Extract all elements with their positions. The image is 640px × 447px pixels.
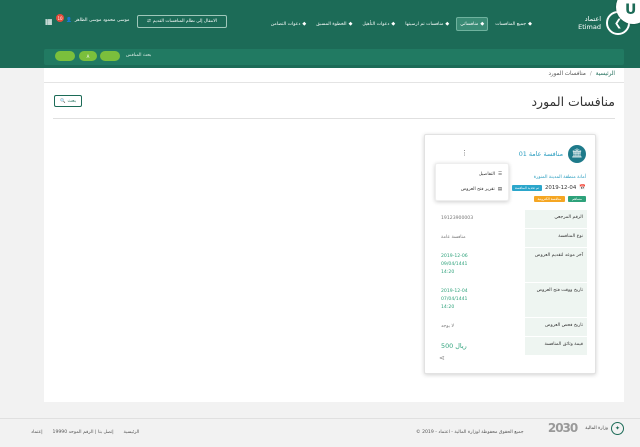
nav-icon: ◆: [480, 21, 485, 27]
info-row: تاريخ فحص العروض لا يوجد: [437, 318, 587, 337]
menu-item-details[interactable]: ☰ التفاصيل: [479, 172, 502, 177]
info-row: الرقم المرجعي 19123900003: [437, 210, 587, 229]
breadcrumb: الرئيسية / منافسات المورد: [548, 71, 615, 77]
vision-2030-logo: 2030: [547, 421, 578, 435]
info-row: آخر موعد لتقديم العروض 2019-12-06 09/04/1…: [437, 248, 587, 283]
tag-contributor: مساهم: [568, 196, 586, 202]
nav-icon: ◆: [302, 21, 307, 27]
breadcrumb-current: منافسات المورد: [548, 71, 586, 77]
sub-bar-label: بحث المنافس: [126, 53, 152, 58]
share-icon[interactable]: ⋖: [439, 354, 445, 362]
tender-card: 🏛 منافسة عامة 01 ⋮ ☰ التفاصيل ▤ تقرير فتح …: [424, 134, 596, 374]
more-options-icon[interactable]: ⋮: [461, 149, 468, 157]
filter-pill-2[interactable]: A: [79, 51, 97, 61]
footer-link-home[interactable]: الرئيسية: [124, 430, 140, 435]
status-tag: تم تحديد المنافسة: [512, 185, 542, 191]
nav-all-tenders[interactable]: ◆ جميع المنافسات: [492, 18, 535, 30]
main-content: الرئيسية / منافسات المورد منافسات المورد…: [44, 68, 624, 402]
tender-title[interactable]: منافسة عامة 01: [519, 150, 563, 158]
nav-icon: ◆: [528, 21, 532, 27]
link-icon: ⇄: [147, 19, 151, 24]
breadcrumb-home[interactable]: الرئيسية: [596, 71, 615, 77]
logo-text: اعتماد: [584, 15, 601, 23]
footer-copyright: © جميع الحقوق محفوظة لوزارة المالية - اع…: [416, 430, 524, 435]
nav-solidarity[interactable]: ◆ دعوات التضامن: [268, 18, 309, 30]
search-button[interactable]: 🔍 بحث: [54, 95, 82, 107]
main-nav: ◆ جميع المنافسات ◆ منافساتي ◆ منافسات تم ار…: [268, 17, 535, 31]
footer-link-contact[interactable]: إتصل بنا | الرقم الموحد 19990: [53, 430, 114, 435]
tender-date: 📅 2019-12-04 تم تحديد المنافسة: [512, 185, 586, 191]
page-title: منافسات المورد: [531, 94, 615, 109]
filter-pill-1[interactable]: [55, 51, 75, 61]
footer-links: الرئيسية إتصل بنا | الرقم الموحد 19990 إ…: [31, 430, 139, 435]
info-row: قيمة وثائق المنافسة 500 ريال: [437, 337, 587, 356]
title-divider: [53, 118, 615, 119]
calendar-icon: 📅: [579, 185, 586, 191]
menu-item-open-report[interactable]: ▤ تقرير فتح العروض: [461, 187, 502, 192]
nav-icon: ◆: [348, 21, 353, 27]
logo-subtext: Etimad: [578, 23, 601, 31]
user-menu[interactable]: 👤 موسى محمود موسى الظاهر: [66, 18, 129, 23]
top-header: ❯ اعتماد Etimad U ◆ جميع المنافسات ◆ منافس…: [0, 0, 640, 46]
sub-bar: A بحث المنافس: [0, 46, 640, 68]
tender-tags: مساهم منافسة الكترونية: [533, 196, 586, 202]
tender-info-table: الرقم المرجعي 19123900003 نوع المنافسة م…: [437, 210, 587, 356]
info-row: تاريخ ووقت فتح العروض 2019-12-04 07/04/14…: [437, 283, 587, 318]
nav-awarded-tenders[interactable]: ◆ منافسات تم ارسيتها: [402, 18, 452, 30]
breadcrumb-separator: /: [589, 71, 592, 77]
footer-link-etimad[interactable]: إعتماد: [31, 430, 43, 435]
footer: ✦ وزارة المالية 2030 © جميع الحقوق محفوظ…: [0, 418, 640, 447]
user-icon: 👤: [66, 18, 72, 23]
report-icon: ▤: [497, 187, 502, 192]
list-icon: ☰: [497, 172, 502, 177]
tag-electronic: منافسة الكترونية: [533, 196, 566, 202]
nav-qualification[interactable]: ◆ دعوات التأهيل: [359, 18, 398, 30]
notification-badge[interactable]: 10: [56, 14, 64, 22]
info-row: نوع المنافسة منافسة عامة: [437, 229, 587, 248]
nav-icon: ◆: [445, 21, 450, 27]
nav-my-tenders[interactable]: ◆ منافساتي: [456, 17, 489, 31]
divider: [44, 82, 624, 83]
filter-pill-3[interactable]: [100, 51, 120, 61]
card-dropdown-menu: ☰ التفاصيل ▤ تقرير فتح العروض: [435, 163, 509, 201]
old-system-button[interactable]: ⇄ الانتقال إلى نظام المنافسات القديم: [137, 15, 227, 28]
search-icon: 🔍: [60, 98, 66, 104]
footer-logos: ✦ وزارة المالية 2030: [548, 421, 624, 435]
ministry-logo: ✦ وزارة المالية: [585, 421, 624, 435]
nav-pre-step[interactable]: ◆ الخطوة المسبق: [313, 18, 355, 30]
ministry-emblem-icon: ✦: [611, 421, 624, 435]
apps-grid-icon[interactable]: ▦: [45, 17, 53, 26]
agency-name: أمانة منطقة المدينة المنورة: [533, 175, 586, 180]
nav-icon: ◆: [391, 21, 396, 27]
building-icon: 🏛: [568, 145, 586, 163]
